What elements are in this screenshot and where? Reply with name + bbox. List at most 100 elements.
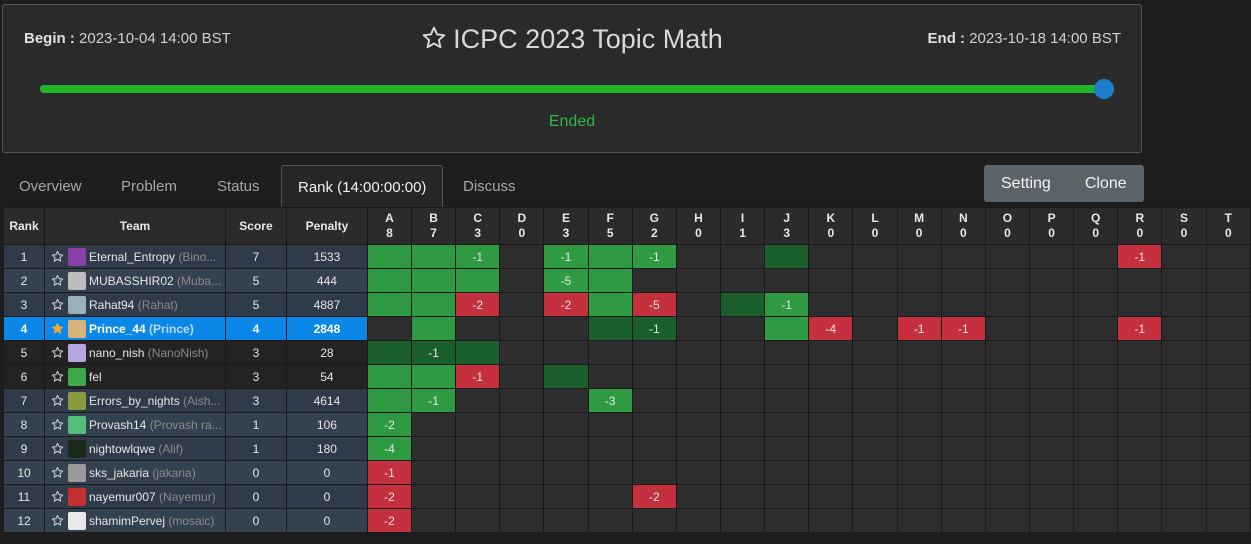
problem-cell-g[interactable]: -5 bbox=[631, 292, 677, 317]
problem-cell-g[interactable]: -1 bbox=[631, 316, 677, 341]
problem-header-d[interactable]: D0 bbox=[499, 207, 545, 245]
problem-cell-j[interactable] bbox=[764, 316, 810, 341]
problem-header-j[interactable]: J3 bbox=[764, 207, 810, 245]
star-outline-icon[interactable] bbox=[51, 274, 66, 290]
problem-cell-i[interactable] bbox=[720, 292, 766, 317]
tab-problem[interactable]: Problem bbox=[105, 165, 193, 208]
problem-cell-b[interactable]: -1 bbox=[411, 388, 457, 413]
problem-cell-c[interactable]: -1 bbox=[455, 244, 501, 269]
star-outline-icon[interactable] bbox=[51, 514, 66, 530]
problem-cell-f[interactable] bbox=[587, 292, 633, 317]
setting-button[interactable]: Setting bbox=[984, 165, 1068, 202]
team-username[interactable]: Errors_by_nights bbox=[89, 394, 180, 408]
tab-discuss[interactable]: Discuss bbox=[447, 165, 532, 208]
star-outline-icon[interactable] bbox=[51, 370, 66, 386]
problem-cell-c[interactable] bbox=[455, 268, 501, 293]
problem-cell-c[interactable]: -1 bbox=[455, 364, 501, 389]
star-outline-icon[interactable] bbox=[51, 298, 66, 314]
problem-header-i[interactable]: I1 bbox=[720, 207, 766, 245]
team-username[interactable]: nightowlqwe bbox=[89, 442, 155, 456]
problem-cell-a[interactable]: -2 bbox=[366, 412, 413, 437]
problem-cell-g[interactable]: -1 bbox=[631, 244, 677, 269]
problem-header-m[interactable]: M0 bbox=[896, 207, 942, 245]
star-outline-icon[interactable] bbox=[51, 418, 66, 434]
star-outline-icon[interactable] bbox=[51, 442, 66, 458]
problem-header-b[interactable]: B7 bbox=[411, 207, 457, 245]
problem-header-k[interactable]: K0 bbox=[808, 207, 854, 245]
problem-cell-b[interactable] bbox=[411, 244, 457, 269]
problem-cell-a[interactable]: -1 bbox=[366, 460, 413, 485]
problem-header-t[interactable]: T0 bbox=[1205, 207, 1251, 245]
problem-cell-f[interactable] bbox=[587, 268, 633, 293]
problem-cell-e[interactable]: -2 bbox=[543, 292, 589, 317]
problem-cell-a[interactable] bbox=[366, 292, 413, 317]
problem-cell-a[interactable]: -4 bbox=[366, 436, 413, 461]
problem-cell-c[interactable]: -2 bbox=[455, 292, 501, 317]
problem-header-o[interactable]: O0 bbox=[984, 207, 1031, 245]
problem-cell-a[interactable] bbox=[366, 388, 413, 413]
star-outline-icon[interactable] bbox=[51, 346, 66, 362]
tab-status[interactable]: Status bbox=[201, 165, 276, 208]
team-username[interactable]: Eternal_Entropy bbox=[89, 250, 175, 264]
problem-cell-k[interactable]: -4 bbox=[808, 316, 854, 341]
problem-header-s[interactable]: S0 bbox=[1161, 207, 1207, 245]
problem-cell-e[interactable]: -5 bbox=[543, 268, 589, 293]
problem-cell-b[interactable]: -1 bbox=[411, 340, 457, 365]
team-username[interactable]: fel bbox=[89, 370, 102, 384]
star-outline-icon[interactable] bbox=[51, 394, 66, 410]
problem-cell-f[interactable] bbox=[587, 316, 633, 341]
problem-cell-e[interactable]: -1 bbox=[543, 244, 589, 269]
problem-header-e[interactable]: E3 bbox=[543, 207, 589, 245]
problem-cell-a[interactable]: -2 bbox=[366, 484, 413, 509]
team-username[interactable]: Prince_44 bbox=[89, 322, 146, 336]
problem-header-f[interactable]: F5 bbox=[587, 207, 633, 245]
col-penalty[interactable]: Penalty bbox=[285, 207, 368, 245]
problem-cell-r[interactable]: -1 bbox=[1117, 244, 1163, 269]
team-username[interactable]: sks_jakaria bbox=[89, 466, 149, 480]
star-outline-icon[interactable] bbox=[51, 490, 66, 506]
problem-cell-r[interactable]: -1 bbox=[1117, 316, 1163, 341]
problem-header-a[interactable]: A8 bbox=[366, 207, 413, 245]
tab-overview[interactable]: Overview bbox=[3, 165, 98, 208]
problem-cell-g[interactable]: -2 bbox=[631, 484, 677, 509]
problem-cell-a[interactable] bbox=[366, 340, 413, 365]
col-team[interactable]: Team bbox=[43, 207, 226, 245]
col-score[interactable]: Score bbox=[224, 207, 287, 245]
team-username[interactable]: nano_nish bbox=[89, 346, 144, 360]
problem-header-p[interactable]: P0 bbox=[1028, 207, 1075, 245]
team-username[interactable]: MUBASSHIR02 bbox=[89, 274, 174, 288]
problem-cell-j[interactable]: -1 bbox=[764, 292, 810, 317]
clone-button[interactable]: Clone bbox=[1068, 165, 1144, 202]
team-username[interactable]: Provash14 bbox=[89, 418, 146, 432]
problem-header-r[interactable]: R0 bbox=[1117, 207, 1163, 245]
problem-cell-c[interactable] bbox=[455, 340, 501, 365]
team-username[interactable]: nayemur007 bbox=[89, 490, 156, 504]
problem-cell-a[interactable]: -2 bbox=[366, 508, 413, 533]
star-outline-icon[interactable] bbox=[421, 25, 447, 51]
star-outline-icon[interactable] bbox=[51, 466, 66, 482]
problem-header-c[interactable]: C3 bbox=[455, 207, 501, 245]
problem-cell-e[interactable] bbox=[543, 364, 589, 389]
team-username[interactable]: shamimPervej bbox=[89, 514, 165, 528]
star-outline-icon[interactable] bbox=[51, 250, 66, 266]
problem-cell-b[interactable] bbox=[411, 292, 457, 317]
problem-header-l[interactable]: L0 bbox=[852, 207, 898, 245]
problem-cell-f[interactable]: -3 bbox=[587, 388, 633, 413]
col-rank[interactable]: Rank bbox=[3, 207, 45, 245]
problem-header-g[interactable]: G2 bbox=[631, 207, 677, 245]
problem-cell-m[interactable]: -1 bbox=[896, 316, 942, 341]
problem-cell-n[interactable]: -1 bbox=[940, 316, 986, 341]
problem-cell-a[interactable] bbox=[366, 364, 413, 389]
tab-rank[interactable]: Rank (14:00:00:00) bbox=[281, 165, 444, 208]
problem-header-q[interactable]: Q0 bbox=[1073, 207, 1119, 245]
problem-cell-a[interactable] bbox=[366, 268, 413, 293]
problem-cell-f[interactable] bbox=[587, 244, 633, 269]
problem-header-h[interactable]: H0 bbox=[675, 207, 722, 245]
problem-cell-a[interactable] bbox=[366, 244, 413, 269]
team-username[interactable]: Rahat94 bbox=[89, 298, 134, 312]
star-filled-icon[interactable] bbox=[51, 322, 66, 338]
progress-handle[interactable] bbox=[1094, 79, 1114, 99]
problem-cell-b[interactable] bbox=[411, 268, 457, 293]
problem-cell-b[interactable] bbox=[411, 316, 457, 341]
problem-cell-j[interactable] bbox=[764, 244, 810, 269]
